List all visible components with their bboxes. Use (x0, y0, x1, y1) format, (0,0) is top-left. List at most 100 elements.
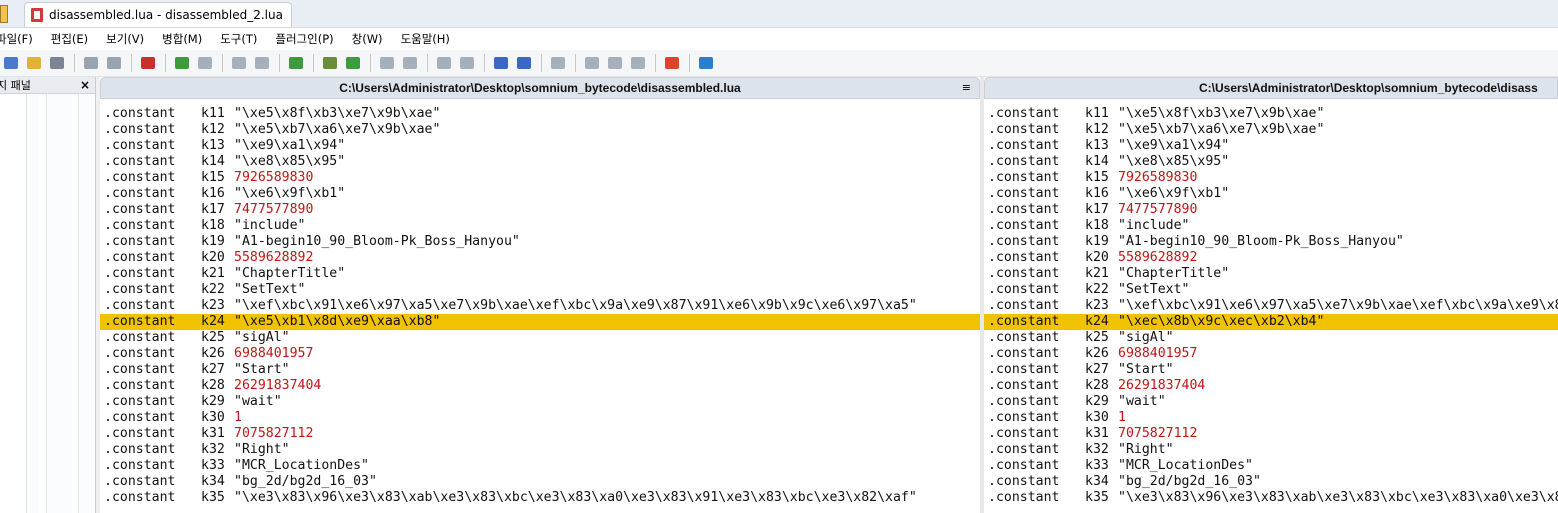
next-conflict-button[interactable] (319, 53, 341, 73)
undo-button[interactable] (80, 53, 102, 73)
code-line[interactable]: .constant k16 "\xe6\x9f\xb1" (984, 186, 1558, 202)
code-line[interactable]: .constant k20 5589628892 (984, 250, 1558, 266)
code-directive: .constant (104, 474, 176, 489)
code-line[interactable]: .constant k15 7926589830 (984, 170, 1558, 186)
code-line[interactable]: .constant k25 "sigAl" (100, 330, 980, 346)
code-line[interactable]: .constant k35 "\xe3\x83\x96\xe3\x83\xab\xe… (984, 490, 1558, 506)
code-line[interactable]: .constant k15 7926589830 (100, 170, 980, 186)
code-line[interactable]: .constant k19 "A1-begin10_90_Bloom-Pk_Boss… (100, 234, 980, 250)
code-line[interactable]: .constant k19 "A1-begin10_90_Bloom-Pk_Boss… (984, 234, 1558, 250)
toolbar-separator (689, 54, 690, 72)
redo-button[interactable] (103, 53, 125, 73)
code-line[interactable]: .constant k13 "\xe9\xa1\x94" (984, 138, 1558, 154)
close-icon[interactable]: × (79, 78, 91, 92)
code-line[interactable]: .constant k18 "include" (984, 218, 1558, 234)
options-button[interactable] (137, 53, 159, 73)
menu-tools[interactable]: 도구(T) (209, 31, 264, 47)
prev-diff-button[interactable] (194, 53, 216, 73)
code-line-diff[interactable]: .constant k24 "\xec\x8b\x9c\xec\xb2\xb4" (984, 314, 1558, 330)
all-right-button[interactable] (547, 53, 569, 73)
code-line[interactable]: .constant k25 "sigAl" (984, 330, 1558, 346)
menu-file[interactable]: 파일(F) (0, 31, 40, 47)
code-line[interactable]: .constant k28 26291837404 (100, 378, 980, 394)
save-button[interactable] (46, 53, 68, 73)
code-line[interactable]: .constant k14 "\xe8\x85\x95" (100, 154, 980, 170)
code-constant-key: k17 (1085, 202, 1109, 217)
code-line[interactable]: .constant k21 "ChapterTitle" (100, 266, 980, 282)
code-line[interactable]: .constant k29 "wait" (984, 394, 1558, 410)
left-code-view[interactable]: .constant k11 "\xe5\x8f\xb3\xe7\x9b\xae" .c… (100, 106, 980, 513)
menu-view[interactable]: 보기(V) (95, 31, 151, 47)
code-line[interactable]: .constant k30 1 (100, 410, 980, 426)
auto-merge-button[interactable] (627, 53, 649, 73)
code-line[interactable]: .constant k34 "bg_2d/bg2d_16_03" (984, 474, 1558, 490)
menu-edit[interactable]: 편집(E) (40, 31, 95, 47)
code-line[interactable]: .constant k33 "MCR_LocationDes" (100, 458, 980, 474)
code-line[interactable]: .constant k22 "SetText" (984, 282, 1558, 298)
code-line[interactable]: .constant k13 "\xe9\xa1\x94" (100, 138, 980, 154)
code-line[interactable]: .constant k17 7477577890 (984, 202, 1558, 218)
code-line[interactable]: .constant k12 "\xe5\xb7\xa6\xe7\x9b\xae" (984, 122, 1558, 138)
code-line[interactable]: .constant k17 7477577890 (100, 202, 980, 218)
location-map[interactable] (0, 94, 95, 513)
right-right-button[interactable] (604, 53, 626, 73)
code-line[interactable]: .constant k23 "\xef\xbc\x91\xe6\x97\xa5\xe… (100, 298, 980, 314)
code-constant-value: "\xef\xbc\x91\xe6\x97\xa5\xe7\x9b\xae\xe… (1118, 298, 1558, 313)
copy-left-button[interactable] (399, 53, 421, 73)
code-line[interactable]: .constant k31 7075827112 (984, 426, 1558, 442)
menu-plugins[interactable]: 플러그인(P) (264, 31, 340, 47)
code-line[interactable]: .constant k33 "MCR_LocationDes" (984, 458, 1558, 474)
code-line[interactable]: .constant k35 "\xe3\x83\x96\xe3\x83\xab\xe… (100, 490, 980, 506)
refresh-button[interactable] (695, 53, 717, 73)
code-line[interactable]: .constant k27 "Start" (984, 362, 1558, 378)
code-line[interactable]: .constant k29 "wait" (100, 394, 980, 410)
code-line[interactable]: .constant k11 "\xe5\x8f\xb3\xe7\x9b\xae" (984, 106, 1558, 122)
left-left-button[interactable] (581, 53, 603, 73)
menu-help[interactable]: 도움말(H) (390, 31, 457, 47)
code-constant-key: k26 (1085, 346, 1109, 361)
open-folder-button[interactable] (23, 53, 45, 73)
code-constant-key: k22 (1085, 282, 1109, 297)
all-left-button[interactable] (513, 53, 535, 73)
document-tab[interactable]: disassembled.lua - disassembled_2.lua (24, 2, 292, 27)
code-line-diff[interactable]: .constant k24 "\xe5\xb1\x8d\xe9\xaa\xb8" (100, 314, 980, 330)
code-line[interactable]: .constant k28 26291837404 (984, 378, 1558, 394)
code-line[interactable]: .constant k32 "Right" (984, 442, 1558, 458)
menu-window[interactable]: 창(W) (341, 31, 390, 47)
copy-right-button[interactable] (376, 53, 398, 73)
code-line[interactable]: .constant k32 "Right" (100, 442, 980, 458)
code-constant-value: "\xe6\x9f\xb1" (234, 186, 346, 201)
prev-conflict-button[interactable] (342, 53, 364, 73)
code-line[interactable]: .constant k27 "Start" (100, 362, 980, 378)
code-line[interactable]: .constant k16 "\xe6\x9f\xb1" (100, 186, 980, 202)
code-line[interactable]: .constant k30 1 (984, 410, 1558, 426)
first-diff-button[interactable] (228, 53, 250, 73)
left-compare-pane[interactable]: C:\Users\Administrator\Desktop\somnium_b… (100, 77, 980, 513)
code-line[interactable]: .constant k21 "ChapterTitle" (984, 266, 1558, 282)
next-diff-button[interactable] (171, 53, 193, 73)
code-line[interactable]: .constant k26 6988401957 (100, 346, 980, 362)
toolbar-separator (165, 54, 166, 72)
color-scheme-button[interactable] (661, 53, 683, 73)
merge-button[interactable] (490, 53, 512, 73)
right-code-view[interactable]: .constant k11 "\xe5\x8f\xb3\xe7\x9b\xae" .c… (984, 106, 1558, 513)
last-diff-button[interactable] (251, 53, 273, 73)
code-line[interactable]: .constant k11 "\xe5\x8f\xb3\xe7\x9b\xae" (100, 106, 980, 122)
right-compare-pane[interactable]: C:\Users\Administrator\Desktop\somnium_b… (984, 77, 1558, 513)
menu-merge[interactable]: 병합(M) (151, 31, 209, 47)
copy-to-right-button[interactable] (433, 53, 455, 73)
new-file-button[interactable] (0, 53, 22, 73)
code-line[interactable]: .constant k22 "SetText" (100, 282, 980, 298)
code-line[interactable]: .constant k34 "bg_2d/bg2d_16_03" (100, 474, 980, 490)
code-line[interactable]: .constant k26 6988401957 (984, 346, 1558, 362)
copy-to-left-button[interactable] (456, 53, 478, 73)
pane-menu-icon[interactable]: ≡ (962, 81, 971, 94)
current-diff-button[interactable] (285, 53, 307, 73)
code-directive: .constant (988, 186, 1060, 201)
code-line[interactable]: .constant k31 7075827112 (100, 426, 980, 442)
code-line[interactable]: .constant k23 "\xef\xbc\x91\xe6\x97\xa5\xe… (984, 298, 1558, 314)
code-line[interactable]: .constant k12 "\xe5\xb7\xa6\xe7\x9b\xae" (100, 122, 980, 138)
code-line[interactable]: .constant k14 "\xe8\x85\x95" (984, 154, 1558, 170)
code-line[interactable]: .constant k20 5589628892 (100, 250, 980, 266)
code-line[interactable]: .constant k18 "include" (100, 218, 980, 234)
